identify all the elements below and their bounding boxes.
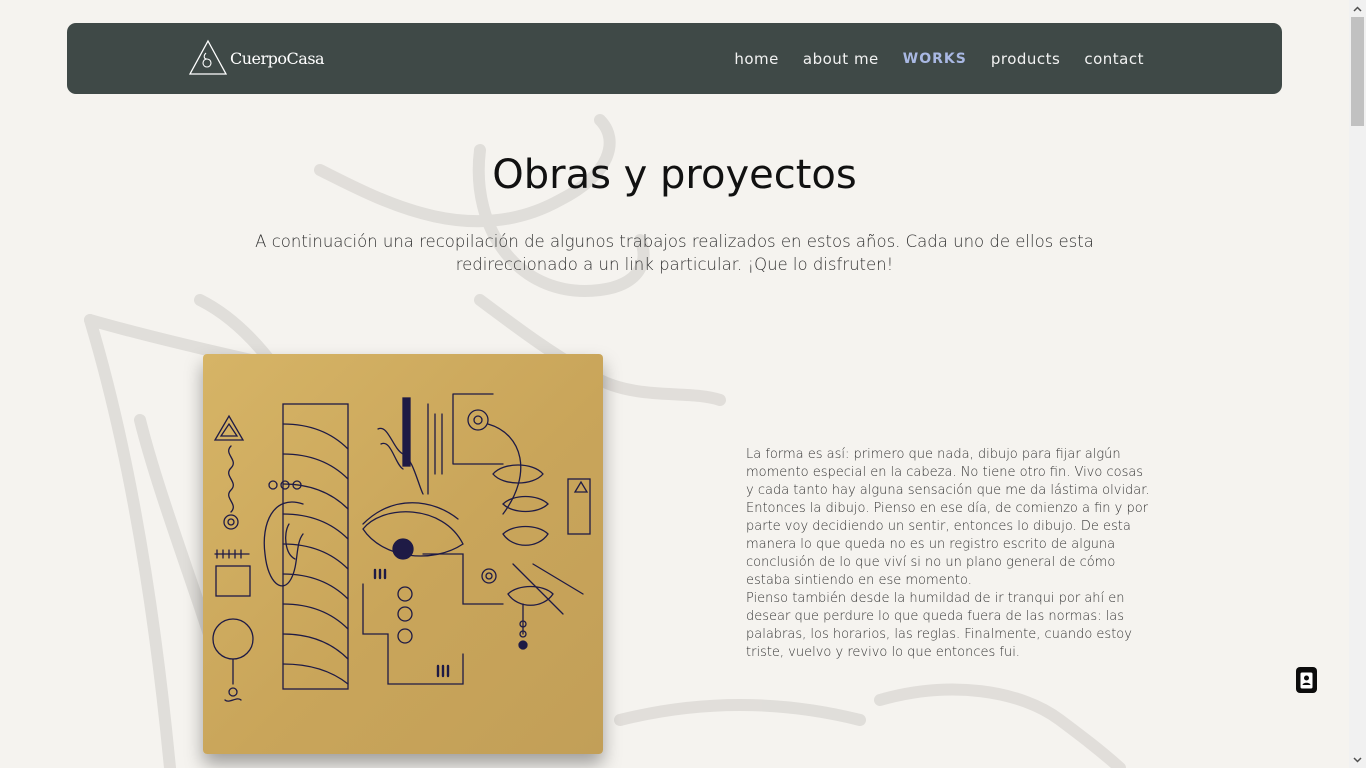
site-logo[interactable]: CuerpoCasa [188,39,325,77]
contact-card-icon [1300,672,1313,688]
description-paragraph-2: Pienso también desde la humildad de ir t… [746,591,1132,660]
logo-text: CuerpoCasa [230,48,325,68]
nav-link-products[interactable]: products [991,50,1061,68]
scrollbar-thumb[interactable] [1351,17,1364,126]
page-title: Obras y proyectos [492,152,857,198]
scroll-up-button[interactable] [1349,0,1366,17]
artwork-image-link[interactable] [203,354,603,754]
page: CuerpoCasa home about me WORKS products … [0,0,1349,768]
nav-link-home[interactable]: home [734,50,779,68]
nav-link-works[interactable]: WORKS [903,51,967,67]
work-description: La forma es así: primero que nada, dibuj… [746,446,1151,662]
artwork-drawing [212,393,591,702]
nav-link-about-me[interactable]: about me [803,50,879,68]
triangle-logo-icon [188,39,228,75]
contact-card-button[interactable] [1296,667,1317,693]
chevron-down-icon [1353,756,1362,763]
vertical-scrollbar[interactable] [1349,0,1366,768]
description-paragraph-1: La forma es así: primero que nada, dibuj… [746,447,1150,588]
chevron-up-icon [1353,5,1362,12]
scroll-down-button[interactable] [1349,751,1366,768]
nav-link-contact[interactable]: contact [1084,50,1144,68]
nav-links: home about me WORKS products contact [734,23,1144,94]
page-intro: A continuación una recopilación de algun… [255,232,1094,274]
top-navbar: CuerpoCasa home about me WORKS products … [67,23,1282,94]
